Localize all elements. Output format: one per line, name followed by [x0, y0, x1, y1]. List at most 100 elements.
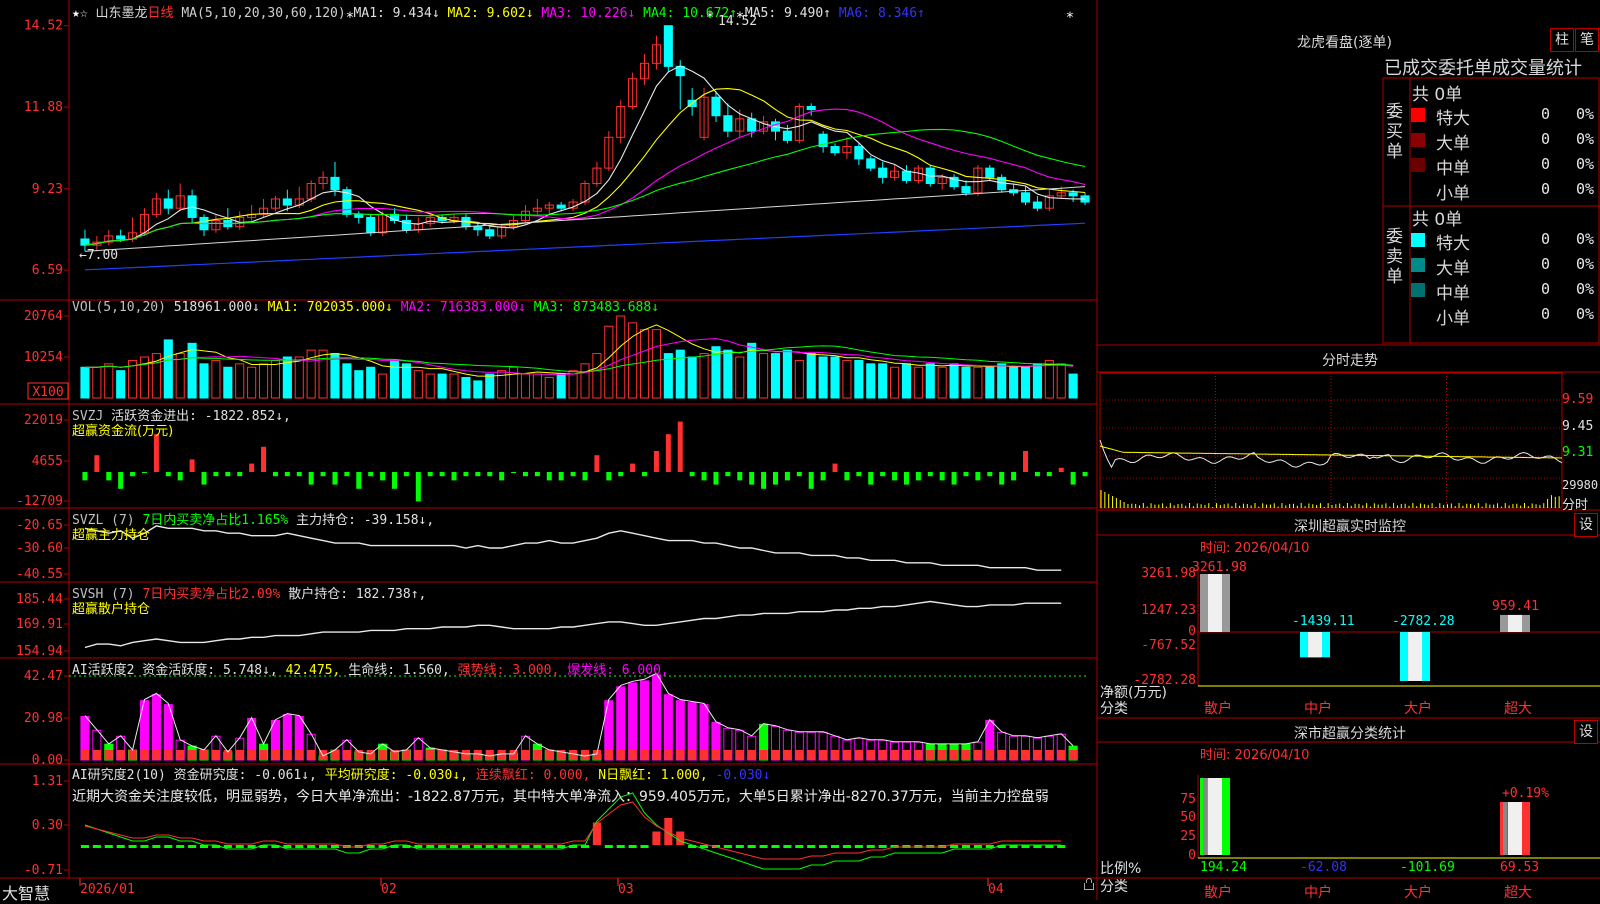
activity-base: [890, 750, 899, 760]
brand-logo[interactable]: 大智慧: [2, 880, 50, 904]
fund-flow-bar: [653, 451, 659, 472]
research-green-bar: [104, 845, 113, 848]
fund-flow-bar: [999, 472, 1005, 485]
fund-flow-bar: [796, 472, 802, 477]
activity-base: [830, 750, 840, 760]
activity-base: [866, 750, 875, 760]
fund-flow-bar: [153, 434, 159, 472]
fund-flow-bar: [749, 472, 755, 485]
activity-base: [950, 750, 959, 760]
volume-bar: [890, 366, 900, 399]
ma10-line: [84, 88, 1086, 246]
activity-base: [676, 750, 685, 760]
fund-flow-bar: [320, 472, 326, 477]
activity-base: [164, 750, 173, 760]
y-tick-label: -20.65: [16, 518, 63, 533]
classify-settings-button[interactable]: 设: [1574, 720, 1598, 744]
fund-flow-bar: [677, 421, 683, 472]
candle-body: [1020, 192, 1031, 203]
fund-flow-bar: [130, 472, 136, 477]
pen-mode-button[interactable]: 笔: [1575, 28, 1599, 52]
research-green-bar: [819, 845, 828, 848]
classify-top-label: +0.19%: [1502, 786, 1549, 801]
volume-bar: [473, 380, 483, 399]
research-green-bar: [604, 845, 613, 848]
volume-bar: [258, 363, 269, 399]
y-tick-label: 20764: [24, 309, 63, 324]
research-green-bar: [795, 845, 804, 848]
lhb-side-label: 委买单: [1386, 102, 1403, 162]
fund-flow-bar: [356, 472, 362, 489]
activity-base: [509, 750, 518, 760]
lhb-color-swatch: [1411, 158, 1425, 172]
period-label[interactable]: 日线: [148, 6, 174, 21]
header-value: 爆发线: 6.000,: [567, 663, 669, 678]
fund-flow-bar: [463, 472, 469, 477]
volume-bar: [735, 356, 745, 399]
lhb-row-name: 特大: [1436, 109, 1470, 129]
y-tick-label: 154.94: [16, 644, 63, 659]
volume-bar: [318, 349, 328, 399]
monitor-y-tick: 3261.98: [1141, 566, 1196, 581]
activity-base: [128, 750, 137, 760]
volume-bar: [235, 363, 245, 399]
fund-flow-bar: [475, 472, 481, 477]
research-green-bar: [866, 845, 875, 848]
classify-time: 时间: 2026/04/10: [1200, 748, 1310, 763]
fund-flow-bar: [118, 472, 124, 489]
outline-star-icon[interactable]: ☆: [80, 6, 88, 21]
xaxis-label-mar: 03: [618, 882, 634, 897]
volume-bar: [116, 370, 126, 399]
activity-line: [84, 672, 1074, 757]
volume-bar: [580, 363, 590, 399]
y-tick-label: 1.31: [32, 774, 63, 789]
lhb-color-swatch: [1411, 308, 1425, 322]
volume-bar: [878, 363, 888, 399]
lhb-row-pct: 0%: [1576, 230, 1595, 248]
research-green-bar: [771, 845, 780, 848]
monitor-y-tick: 1247.23: [1141, 603, 1196, 618]
header-value: -0.030↓: [715, 768, 771, 783]
lhb-row-count: 0: [1541, 230, 1551, 248]
fund-flow-bar: [415, 472, 421, 502]
fund-flow-bar: [296, 472, 302, 477]
intraday-mode[interactable]: 分时: [1562, 494, 1588, 513]
classify-bar-shade: [1203, 778, 1207, 855]
research-green-bar: [842, 845, 851, 848]
vol-ma2-line: [84, 338, 1074, 375]
lock-icon[interactable]: [1084, 878, 1094, 890]
ai2-header: AI研究度2(10) 资金研究度: -0.061↓, 平均研究度: -0.030…: [72, 764, 770, 783]
activity-base: [283, 750, 292, 760]
lhb-row-pct: 0%: [1576, 105, 1595, 123]
candle-body: [473, 226, 483, 231]
fund-flow-bar: [868, 472, 874, 485]
activity-base: [985, 750, 994, 760]
activity-base: [711, 750, 721, 760]
fund-flow-bar: [82, 472, 88, 481]
volume-bar: [723, 349, 733, 399]
fund-flow-bar: [903, 472, 909, 485]
volume-bar: [175, 353, 185, 399]
activity-base: [1069, 750, 1078, 760]
monitor-bar-core: [1508, 614, 1522, 632]
classify-y-tick: 50: [1180, 810, 1196, 825]
activity-base: [747, 750, 756, 760]
svzj-sub: 超赢资金流(万元): [72, 424, 174, 439]
fund-flow-bar: [94, 455, 100, 472]
vol-header: VOL(5,10,20) 518961.000↓ MA1: 702035.000…: [72, 300, 659, 315]
monitor-settings-button[interactable]: 设: [1574, 513, 1598, 537]
y-tick-label: 6.59: [32, 263, 63, 278]
activity-base: [259, 750, 268, 760]
monitor-value-label: -2782.28: [1392, 614, 1455, 629]
fund-flow-bar: [570, 472, 576, 477]
volume-bar: [961, 366, 971, 399]
research-green-bar: [426, 845, 435, 848]
volume-bar: [401, 363, 411, 399]
favorite-star-icon[interactable]: ★: [72, 6, 80, 21]
research-green-bar: [628, 845, 637, 848]
monitor-title: 深圳超赢实时监控: [1294, 519, 1406, 535]
low-price-value: 7.00: [86, 248, 119, 263]
volume-bar: [389, 359, 400, 399]
fund-flow-bar: [439, 472, 445, 477]
bar-mode-button[interactable]: 柱: [1550, 28, 1574, 52]
